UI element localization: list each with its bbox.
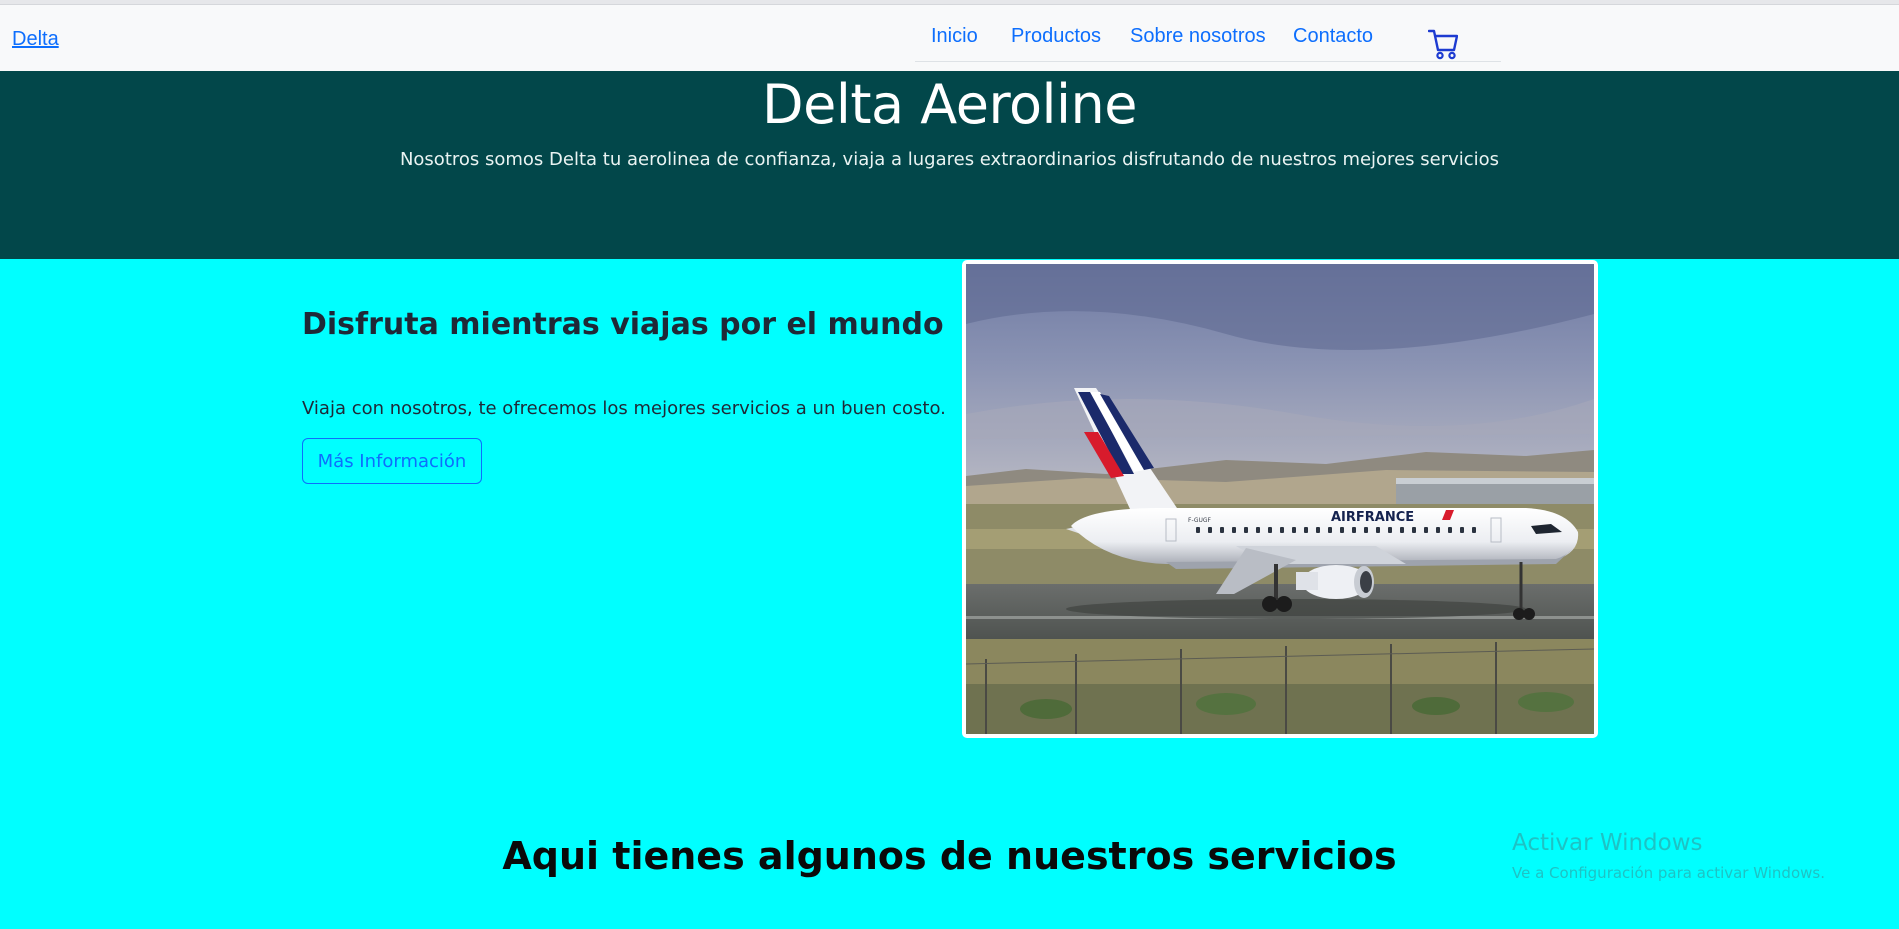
hero-banner: Delta Aeroline Nosotros somos Delta tu a… [0, 71, 1899, 259]
more-info-button[interactable]: Más Información [302, 438, 482, 484]
nav-links: Inicio Productos Sobre nosotros Contacto [915, 5, 1501, 62]
airline-name: AIRFRANCE [1331, 510, 1414, 525]
shopping-cart-icon[interactable] [1427, 26, 1459, 60]
brand-link[interactable]: Delta [12, 28, 59, 51]
airplane-photo: AIRFRANCE F-GUGF [962, 260, 1598, 738]
nav-link-productos[interactable]: Productos [1011, 25, 1101, 48]
nav-link-inicio[interactable]: Inicio [931, 25, 978, 48]
nav-link-contacto[interactable]: Contacto [1293, 25, 1373, 48]
feature-heading: Disfruta mientras viajas por el mundo [302, 307, 944, 342]
nav-link-sobre-nosotros[interactable]: Sobre nosotros [1130, 25, 1266, 48]
aircraft-registration: F-GUGF [1188, 517, 1212, 524]
hero-title: Delta Aeroline [762, 73, 1137, 136]
hero-subtitle: Nosotros somos Delta tu aerolinea de con… [399, 149, 1500, 170]
airplane-image: AIRFRANCE F-GUGF [966, 264, 1594, 734]
feature-text: Viaja con nosotros, te ofrecemos los mej… [302, 398, 946, 419]
windows-activation-title: Activar Windows [1512, 830, 1703, 856]
navbar: Delta Inicio Productos Sobre nosotros Co… [0, 5, 1899, 71]
windows-activation-subtitle: Ve a Configuración para activar Windows. [1512, 864, 1825, 882]
